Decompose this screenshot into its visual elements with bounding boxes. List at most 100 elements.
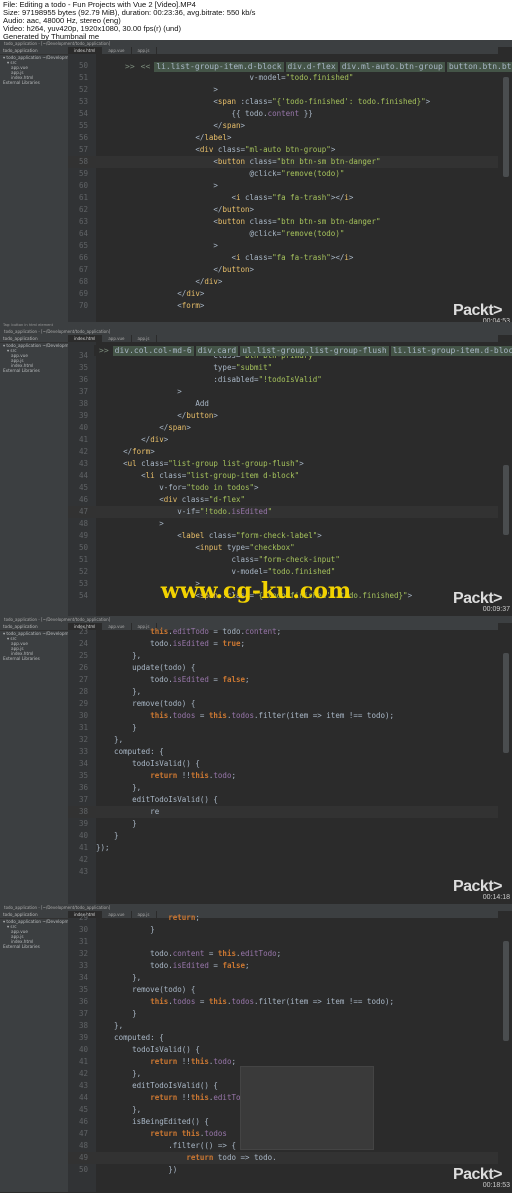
code-line[interactable]: 24 todo.isEdited = true; xyxy=(68,638,498,650)
code-line[interactable]: 35 return !!this.todo; xyxy=(68,770,498,782)
code-line[interactable]: 51 v-model="todo.finished" xyxy=(68,72,498,84)
code-editor[interactable]: index.html app.vue app.js 23 this.editTodo … xyxy=(68,623,512,904)
code-line[interactable]: 68 </div> xyxy=(68,276,498,288)
code-line[interactable]: 32 todo.content = this.editTodo; xyxy=(68,948,498,960)
code-line[interactable]: 36 }, xyxy=(68,782,498,794)
code-line[interactable]: 35 type="submit" xyxy=(68,362,498,374)
scrollbar-thumb[interactable] xyxy=(503,77,509,177)
project-tree-item[interactable]: External Libraries xyxy=(0,944,68,949)
code-line[interactable]: 56 </label> xyxy=(68,132,498,144)
code-line[interactable]: 42 xyxy=(68,854,498,866)
code-line[interactable]: 38 }, xyxy=(68,1020,498,1032)
code-line[interactable]: 65 > xyxy=(68,240,498,252)
code-line[interactable]: 67 </button> xyxy=(68,264,498,276)
code-line[interactable]: 53 <span :class="{'todo-finished': todo.… xyxy=(68,96,498,108)
code-line[interactable]: 58 <button class="btn btn-sm btn-danger" xyxy=(68,156,498,168)
code-line[interactable]: 49 return todo => todo. xyxy=(68,1152,498,1164)
code-line[interactable]: 63 <button class="btn btn-sm btn-danger" xyxy=(68,216,498,228)
code-line[interactable]: 66 <i class="fa fa-trash"></i> xyxy=(68,252,498,264)
code-line[interactable]: 32 }, xyxy=(68,734,498,746)
breadcrumb-item[interactable]: li.list-group-item.d-block xyxy=(154,61,284,72)
code-line[interactable]: 36 this.todos = this.todos.filter(item =… xyxy=(68,996,498,1008)
code-line[interactable]: 44 <li class="list-group-item d-block" xyxy=(68,470,498,482)
project-header[interactable]: todo_application xyxy=(0,47,68,55)
code-line[interactable]: 28 }, xyxy=(68,686,498,698)
scrollbar-thumb[interactable] xyxy=(503,941,509,1041)
code-line[interactable]: 61 <i class="fa fa-trash"></i> xyxy=(68,192,498,204)
code-line[interactable]: 31 } xyxy=(68,722,498,734)
code-line[interactable]: 37 } xyxy=(68,1008,498,1020)
code-line[interactable]: 40 </span> xyxy=(68,422,498,434)
code-editor[interactable]: index.htmlapp.vueapp.js50 class="form-ch… xyxy=(68,47,512,328)
code-line[interactable]: 39 } xyxy=(68,818,498,830)
breadcrumb-item[interactable]: button.btn.btn-sm.btn-danger xyxy=(446,61,512,72)
project-tree-item[interactable]: External Libraries xyxy=(0,368,68,373)
code-editor[interactable]: index.htmlapp.vueapp.js34 class="btn btn… xyxy=(68,335,512,616)
code-line[interactable]: 29 return; xyxy=(68,912,498,924)
breadcrumb-item[interactable]: div.ml-auto.btn-group xyxy=(339,61,445,72)
project-header[interactable]: todo_application xyxy=(0,911,68,919)
breadcrumb-item[interactable]: << xyxy=(139,62,153,72)
code-line[interactable]: 70 <form> xyxy=(68,300,498,312)
code-line[interactable]: 62 </button> xyxy=(68,204,498,216)
code-line[interactable]: 54 {{ todo.content }} xyxy=(68,108,498,120)
code-line[interactable]: 50 }) xyxy=(68,1164,498,1176)
code-line[interactable]: 43 <ul class="list-group list-group-flus… xyxy=(68,458,498,470)
code-line[interactable]: 40 } xyxy=(68,830,498,842)
code-line[interactable]: 37 editTodoIsValid() { xyxy=(68,794,498,806)
code-line[interactable]: 51 class="form-check-input" xyxy=(68,554,498,566)
code-line[interactable]: 39 </button> xyxy=(68,410,498,422)
code-line[interactable]: 26 update(todo) { xyxy=(68,662,498,674)
code-line[interactable]: 48 > xyxy=(68,518,498,530)
editor-scrollbar[interactable] xyxy=(498,911,512,1192)
code-line[interactable]: 45 v-for="todo in todos"> xyxy=(68,482,498,494)
code-line[interactable]: 47 v-if="!todo.isEdited" xyxy=(68,506,498,518)
scrollbar-thumb[interactable] xyxy=(503,653,509,753)
code-line[interactable]: 40 todoIsValid() { xyxy=(68,1044,498,1056)
project-tree-item[interactable]: External Libraries xyxy=(0,656,68,661)
code-line[interactable]: 41 </div> xyxy=(68,434,498,446)
scrollbar-thumb[interactable] xyxy=(503,465,509,535)
breadcrumb-item[interactable]: >> xyxy=(97,346,111,356)
code-line[interactable]: 41}); xyxy=(68,842,498,854)
editor-scrollbar[interactable] xyxy=(498,47,512,328)
code-line[interactable]: 55 </span> xyxy=(68,120,498,132)
code-line[interactable]: 35 remove(todo) { xyxy=(68,984,498,996)
code-line[interactable]: 36 :disabled="!todoIsValid" xyxy=(68,374,498,386)
breadcrumb-item[interactable]: div.d-flex xyxy=(285,61,338,72)
code-line[interactable]: 43 xyxy=(68,866,498,878)
breadcrumb-item[interactable]: >> xyxy=(123,62,137,72)
project-tree-item[interactable]: External Libraries xyxy=(0,80,68,85)
breadcrumb-item[interactable]: li.list-group-item.d-block xyxy=(390,345,512,356)
code-line[interactable]: 29 remove(todo) { xyxy=(68,698,498,710)
code-line[interactable]: 33 todo.isEdited = false; xyxy=(68,960,498,972)
code-line[interactable]: 39 computed: { xyxy=(68,1032,498,1044)
code-line[interactable]: 30 this.todos = this.todos.filter(item =… xyxy=(68,710,498,722)
code-line[interactable]: 52 v-model="todo.finished" xyxy=(68,566,498,578)
code-line[interactable]: 46 <div class="d-flex" xyxy=(68,494,498,506)
code-line[interactable]: 38 re xyxy=(68,806,498,818)
code-line[interactable]: 69 </div> xyxy=(68,288,498,300)
code-line[interactable]: 30 } xyxy=(68,924,498,936)
code-line[interactable]: 42 </form> xyxy=(68,446,498,458)
code-line[interactable]: 50 <input type="checkbox" xyxy=(68,542,498,554)
code-line[interactable]: 25 }, xyxy=(68,650,498,662)
code-line[interactable]: 34 todoIsValid() { xyxy=(68,758,498,770)
code-line[interactable]: 27 todo.isEdited = false; xyxy=(68,674,498,686)
code-line[interactable]: 38 Add xyxy=(68,398,498,410)
editor-scrollbar[interactable] xyxy=(498,623,512,904)
code-line[interactable]: 33 computed: { xyxy=(68,746,498,758)
code-line[interactable]: 34 }, xyxy=(68,972,498,984)
editor-scrollbar[interactable] xyxy=(498,335,512,616)
project-header[interactable]: todo_application xyxy=(0,335,68,343)
code-line[interactable]: 52 > xyxy=(68,84,498,96)
code-line[interactable]: 59 @click="remove(todo)" xyxy=(68,168,498,180)
code-line[interactable]: 64 @click="remove(todo)" xyxy=(68,228,498,240)
code-line[interactable]: 37 > xyxy=(68,386,498,398)
breadcrumb-item[interactable]: ul.list-group.list-group-flush xyxy=(240,345,389,356)
code-line[interactable]: 49 <label class="form-check-label"> xyxy=(68,530,498,542)
breadcrumb-item[interactable]: div.col.col-md-6 xyxy=(112,345,194,356)
code-line[interactable]: 60 > xyxy=(68,180,498,192)
code-line[interactable]: 23 this.editTodo = todo.content; xyxy=(68,626,498,638)
code-line[interactable]: 57 <div class="ml-auto btn-group"> xyxy=(68,144,498,156)
